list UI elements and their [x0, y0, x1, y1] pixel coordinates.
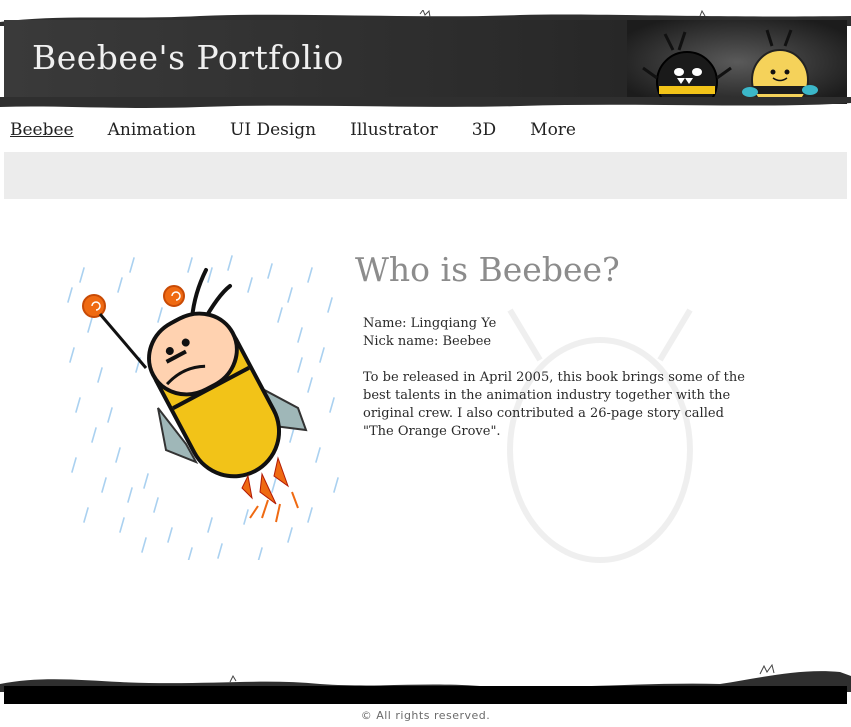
flying-bee-icon	[67, 255, 339, 560]
profile-info: Name: Lingqiang Ye Nick name: Beebee To …	[363, 315, 748, 441]
footer-bar	[4, 686, 847, 704]
nav-item-more[interactable]: More	[530, 120, 576, 140]
page-heading: Who is Beebee?	[355, 250, 620, 289]
bee-characters-icon	[627, 20, 847, 104]
nav-item-ui-design[interactable]: UI Design	[230, 120, 316, 140]
nickname-line: Nick name: Beebee	[363, 334, 492, 349]
sub-navigation-bar	[4, 152, 847, 199]
nav-item-illustrator[interactable]: Illustrator	[350, 120, 438, 140]
copyright-text: © All rights reserved.	[360, 709, 491, 722]
header-banner: Beebee's Portfolio	[4, 20, 847, 104]
nav-item-animation[interactable]: Animation	[108, 120, 196, 140]
header-brush-bottom	[0, 97, 851, 108]
main-nav: Beebee Animation UI Design Illustrator 3…	[10, 120, 610, 140]
nav-item-beebee[interactable]: Beebee	[10, 120, 74, 140]
nav-item-3d[interactable]: 3D	[472, 120, 496, 140]
profile-description: To be released in April 2005, this book …	[363, 370, 745, 439]
name-line: Name: Lingqiang Ye	[363, 316, 497, 331]
site-title: Beebee's Portfolio	[32, 38, 344, 77]
